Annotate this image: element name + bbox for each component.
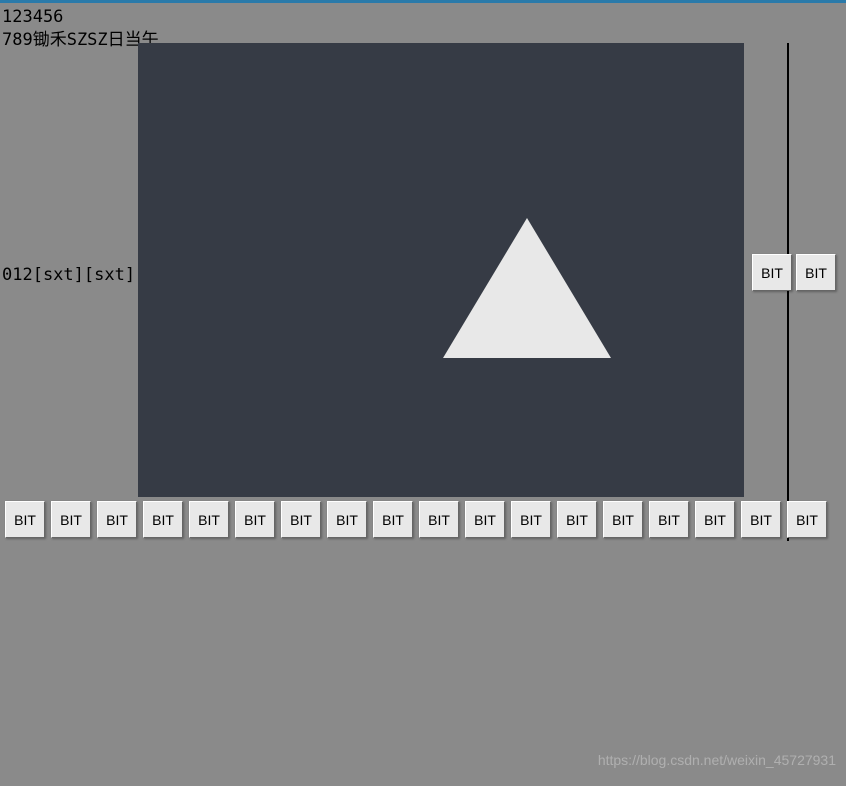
bit-button-bottom-15[interactable]: BIT (695, 501, 735, 538)
bit-button-bottom-10[interactable]: BIT (465, 501, 505, 538)
bit-button-bottom-2[interactable]: BIT (97, 501, 137, 538)
bit-button-bottom-14[interactable]: BIT (649, 501, 689, 538)
bit-button-bottom-7[interactable]: BIT (327, 501, 367, 538)
bit-button-bottom-12[interactable]: BIT (557, 501, 597, 538)
main-panel (138, 43, 744, 497)
bit-button-bottom-5[interactable]: BIT (235, 501, 275, 538)
bit-button-right-0[interactable]: BIT (752, 254, 792, 291)
bit-button-bottom-17[interactable]: BIT (787, 501, 827, 538)
bit-button-bottom-1[interactable]: BIT (51, 501, 91, 538)
bit-button-bottom-4[interactable]: BIT (189, 501, 229, 538)
watermark-text: https://blog.csdn.net/weixin_45727931 (598, 752, 836, 768)
text-line-2: 789锄禾SZSZ日当午 (2, 25, 159, 50)
text-left-label: 012[sxt][sxt] (2, 265, 135, 285)
vertical-divider (787, 43, 789, 541)
bit-button-bottom-11[interactable]: BIT (511, 501, 551, 538)
bit-button-bottom-16[interactable]: BIT (741, 501, 781, 538)
bit-button-bottom-9[interactable]: BIT (419, 501, 459, 538)
bit-button-right-1[interactable]: BIT (796, 254, 836, 291)
bit-button-bottom-0[interactable]: BIT (5, 501, 45, 538)
bit-button-bottom-3[interactable]: BIT (143, 501, 183, 538)
bit-button-bottom-6[interactable]: BIT (281, 501, 321, 538)
triangle-icon (443, 218, 611, 358)
bit-button-bottom-8[interactable]: BIT (373, 501, 413, 538)
text-line-1: 123456 (2, 7, 63, 27)
bit-button-bottom-13[interactable]: BIT (603, 501, 643, 538)
